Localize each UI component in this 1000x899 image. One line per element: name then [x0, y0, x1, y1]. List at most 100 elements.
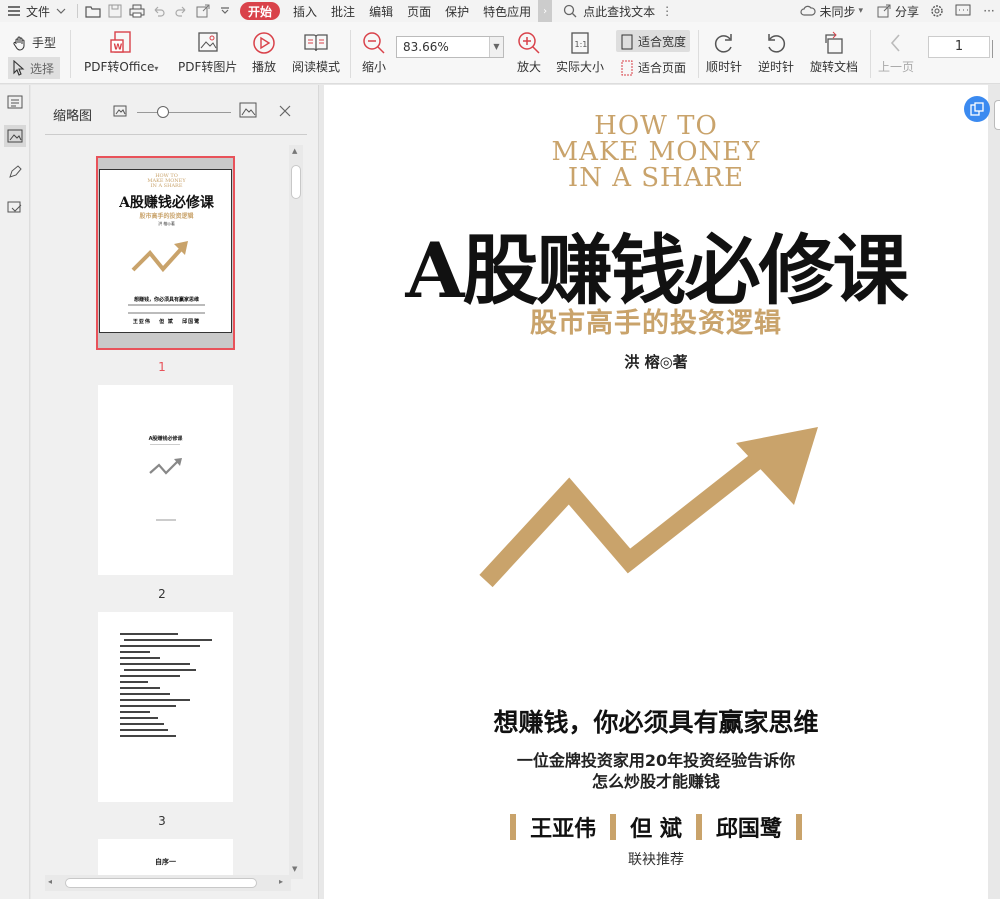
prev-page-button[interactable]: 上一页 — [878, 28, 914, 75]
zoom-value: 83.66% — [403, 40, 449, 54]
more-horizontal-icon[interactable]: ··· — [978, 0, 1000, 22]
cover-subtitle: 股市高手的投资逻辑 — [530, 308, 782, 339]
divider — [870, 30, 871, 78]
scrollbar-thumb[interactable] — [291, 165, 301, 199]
save-icon[interactable] — [104, 0, 126, 22]
cloud-sync-icon — [800, 5, 817, 16]
select-tool-label: 选择 — [30, 61, 55, 76]
tab-protect[interactable]: 保护 — [438, 0, 476, 22]
tab-features[interactable]: 特色应用 — [476, 0, 538, 22]
tab-edit[interactable]: 编辑 — [362, 0, 400, 22]
more-vertical-icon[interactable]: ⋮ — [661, 4, 673, 18]
divider — [45, 134, 307, 135]
share-label: 分享 — [894, 4, 919, 19]
thumbnail-page-4[interactable]: 自序一 — [98, 839, 233, 875]
svg-text:1:1: 1:1 — [575, 40, 588, 49]
read-mode-button[interactable]: 阅读模式 — [292, 28, 340, 75]
play-button[interactable]: 播放 — [250, 28, 278, 75]
hand-tool-button[interactable]: 手型 — [12, 34, 56, 51]
slider-handle[interactable] — [157, 106, 169, 118]
pdf-to-image-button[interactable]: PDF转图片 — [178, 28, 237, 75]
endorser-name: 邱国鹭 — [715, 816, 782, 842]
document-viewer[interactable]: HOW TO MAKE MONEY IN A SHARE A股赚钱必修课 股市高… — [320, 85, 1000, 899]
more-dropdown-icon[interactable] — [214, 0, 236, 22]
sync-label: 未同步 — [819, 4, 856, 19]
svg-text:W: W — [114, 43, 123, 52]
thumbnail-scrollbar[interactable]: ▲ ▼ — [289, 145, 303, 879]
zoom-out-icon — [360, 28, 388, 58]
redo-icon[interactable] — [170, 0, 192, 22]
chevron-down-icon: ▾ — [154, 64, 159, 73]
side-panel-tab[interactable] — [994, 100, 1000, 130]
message-icon[interactable] — [952, 0, 974, 22]
zoom-out-button[interactable]: 缩小 — [360, 28, 388, 75]
tab-insert[interactable]: 插入 — [286, 0, 324, 22]
thumbnail-size-slider[interactable] — [137, 112, 231, 113]
select-tool-button[interactable]: 选择 — [8, 57, 60, 79]
sync-status[interactable]: 未同步 ▾ — [793, 0, 870, 22]
annotation-icon[interactable] — [4, 161, 26, 183]
print-icon[interactable] — [126, 0, 148, 22]
settings-icon[interactable] — [926, 0, 948, 22]
tab-scroll-arrow[interactable]: › — [538, 0, 553, 22]
actual-size-icon: 1:1 — [566, 28, 594, 58]
fit-width-button[interactable]: 适合宽度 — [620, 33, 686, 50]
gold-bar — [610, 814, 617, 840]
tab-annotate[interactable]: 批注 — [324, 0, 362, 22]
outline-icon[interactable] — [4, 91, 26, 113]
pdf-to-office-button[interactable]: W PDF转Office▾ — [84, 28, 158, 75]
thumbnail-icon[interactable] — [4, 125, 26, 147]
rotate-ccw-label: 逆时针 — [758, 60, 795, 74]
pdf-to-image-label: PDF转图片 — [178, 60, 238, 74]
image-large-icon[interactable] — [239, 102, 257, 118]
cover-english-title: HOW TO MAKE MONEY IN A SHARE — [324, 113, 988, 191]
thumb1-en-title: HOW TO MAKE MONEY IN A SHARE — [147, 173, 186, 189]
menu-right-group: 未同步 ▾ 分享 ··· — [793, 0, 1000, 22]
chevron-down-icon[interactable]: ▼ — [489, 37, 503, 57]
actual-size-button[interactable]: 1:1 实际大小 — [556, 28, 604, 75]
tab-page[interactable]: 页面 — [400, 0, 438, 22]
share-button[interactable]: 分享 — [870, 0, 926, 22]
close-icon[interactable] — [279, 105, 291, 117]
document-page: HOW TO MAKE MONEY IN A SHARE A股赚钱必修课 股市高… — [324, 85, 988, 899]
page-number-input[interactable]: 1 — [928, 36, 990, 58]
zoom-in-icon — [515, 28, 543, 58]
thumbnail-page-1[interactable]: HOW TO MAKE MONEY IN A SHARE A股赚钱必修课 股市高… — [99, 169, 232, 333]
thumbnail-number: 3 — [158, 814, 166, 828]
rotate-cw-icon — [710, 28, 738, 58]
pdf-to-word-icon: W — [107, 28, 135, 58]
undo-icon[interactable] — [148, 0, 170, 22]
read-mode-label: 阅读模式 — [292, 60, 341, 74]
scroll-up-arrow[interactable]: ▲ — [292, 147, 297, 155]
image-extract-icon[interactable] — [4, 197, 26, 219]
rotate-cw-button[interactable]: 顺时针 — [706, 28, 742, 75]
file-menu[interactable]: 文件 — [0, 0, 73, 22]
zoom-select[interactable]: 83.66% ▼ — [396, 36, 504, 58]
divider — [350, 30, 351, 78]
rotate-ccw-button[interactable]: 逆时针 — [758, 28, 794, 75]
thumbnail-panel-title: 缩略图 — [53, 109, 93, 124]
scroll-left-arrow[interactable]: ◂ — [48, 877, 52, 886]
scroll-down-arrow[interactable]: ▼ — [292, 865, 297, 873]
thumbnail-page-3[interactable] — [98, 612, 233, 802]
thumbnail-hscrollbar[interactable]: ◂ ▸ — [45, 875, 291, 891]
export-icon[interactable] — [192, 0, 214, 22]
thumb2-arrow-graphic — [149, 458, 182, 475]
image-small-icon[interactable] — [113, 105, 127, 117]
hamburger-icon — [8, 6, 20, 16]
rotate-doc-button[interactable]: 旋转文档 — [810, 28, 858, 75]
cover-slogan: 想赚钱，你必须具有赢家思维 — [493, 708, 819, 737]
fit-page-button[interactable]: 适合页面 — [620, 59, 686, 76]
thumbnail-page-2[interactable]: A股赚钱必修课 — [98, 385, 233, 575]
open-folder-icon[interactable] — [82, 0, 104, 22]
floating-tool-button[interactable] — [964, 96, 990, 122]
scroll-right-arrow[interactable]: ▸ — [279, 877, 283, 886]
chevron-left-icon — [886, 28, 906, 58]
hscrollbar-thumb[interactable] — [65, 878, 257, 888]
tab-start[interactable]: 开始 — [240, 2, 281, 20]
thumb1-desc-lines — [128, 304, 205, 314]
cover-description-line2: 怎么炒股才能赚钱 — [591, 772, 720, 791]
thumb1-subtitle: 股市高手的投资逻辑 — [139, 213, 194, 220]
search-box[interactable]: 点此查找文本 ⋮ — [556, 0, 680, 22]
zoom-in-button[interactable]: 放大 — [515, 28, 543, 75]
